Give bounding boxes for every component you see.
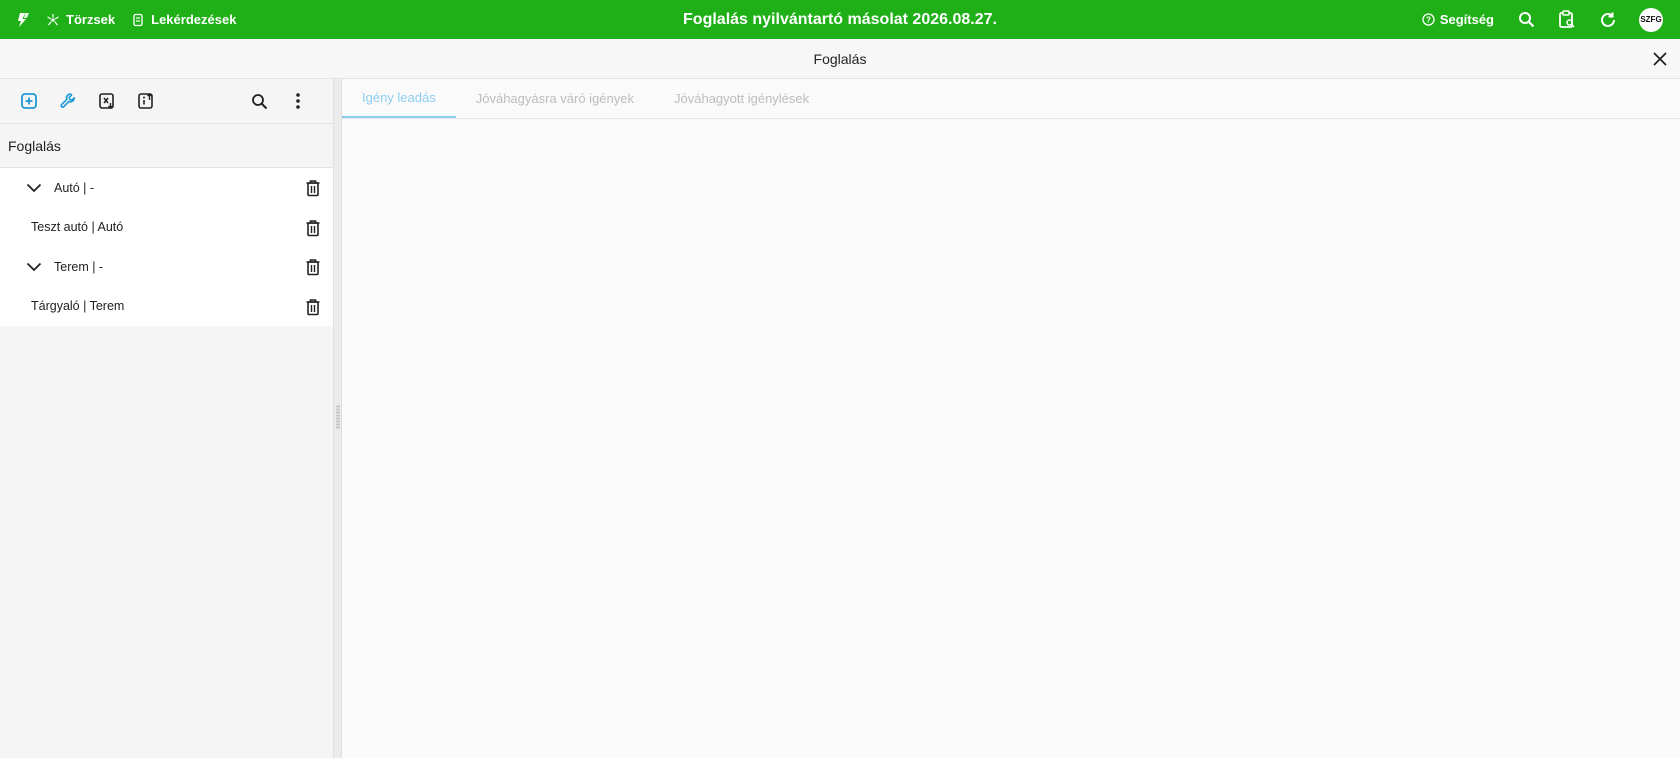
refresh-icon[interactable] (1598, 10, 1618, 30)
tree-item-targyalo[interactable]: Tárgyaló | Terem (0, 287, 333, 327)
trash-icon[interactable] (305, 258, 321, 276)
sidebar: Foglalás Autó | - Teszt autó | Autó Tere… (0, 79, 333, 758)
tree-item-label: Tárgyaló | Terem (31, 299, 125, 314)
tab-bar: Igény leadás Jóváhagyásra váró igények J… (342, 79, 1680, 119)
tree-item-label: Terem | - (54, 259, 104, 274)
trash-icon[interactable] (305, 298, 321, 316)
lightning-logo-icon[interactable] (0, 0, 46, 39)
wrench-icon[interactable] (57, 90, 79, 112)
tab-jovahagyasra-varo[interactable]: Jóváhagyásra váró igények (456, 78, 654, 118)
sidebar-toolbar (0, 79, 333, 124)
hub-icon (47, 13, 59, 25)
close-icon[interactable] (1648, 47, 1672, 71)
search-icon[interactable] (1516, 10, 1536, 30)
chevron-down-icon[interactable] (26, 259, 42, 275)
help-button[interactable]: ? Segítség (1422, 12, 1494, 27)
page-title: Foglalás (813, 50, 867, 67)
tree-group-terem[interactable]: Terem | - (0, 247, 333, 287)
help-label: Segítség (1439, 12, 1494, 27)
tree-item-label: Autó | - (54, 180, 95, 195)
document-list-icon (133, 13, 143, 26)
top-bar: Törzsek Lekérdezések Foglalás nyilvántar… (0, 0, 1680, 39)
sidebar-title: Foglalás (0, 124, 333, 168)
svg-text:?: ? (1426, 16, 1431, 25)
tree-item-teszt-auto[interactable]: Teszt autó | Autó (0, 208, 333, 248)
pane-splitter[interactable] (333, 79, 342, 758)
help-icon: ? (1422, 13, 1435, 26)
clipboard-search-icon[interactable] (1557, 10, 1577, 30)
nav-torzsek-label: Törzsek (66, 12, 116, 27)
chevron-down-icon[interactable] (26, 180, 42, 196)
nav-lekerdezesek[interactable]: Lekérdezések (131, 12, 236, 27)
more-vertical-icon[interactable] (287, 90, 309, 112)
trash-icon[interactable] (305, 179, 321, 197)
tab-igeny-leadas[interactable]: Igény leadás (342, 78, 456, 118)
tree-item-label: Teszt autó | Autó (31, 220, 124, 235)
drag-handle-icon[interactable] (336, 405, 340, 429)
nav-torzsek[interactable]: Törzsek (46, 12, 115, 27)
trash-icon[interactable] (305, 219, 321, 237)
tree-list: Autó | - Teszt autó | Autó Terem | - Tár… (0, 168, 333, 326)
info-export-icon[interactable] (135, 90, 157, 112)
tab-jovahagyott[interactable]: Jóváhagyott igénylések (654, 78, 829, 118)
search-icon[interactable] (248, 90, 270, 112)
avatar[interactable]: SZFG (1639, 7, 1663, 32)
excel-export-icon[interactable] (96, 90, 118, 112)
top-right-actions: ? Segítség SZFG (1422, 0, 1680, 39)
tree-group-auto[interactable]: Autó | - (0, 168, 333, 208)
main-content: Igény leadás Jóváhagyásra váró igények J… (342, 79, 1680, 758)
nav-lekerdezesek-label: Lekérdezések (151, 12, 237, 27)
add-box-icon[interactable] (18, 90, 40, 112)
page-header: Foglalás (0, 39, 1680, 79)
